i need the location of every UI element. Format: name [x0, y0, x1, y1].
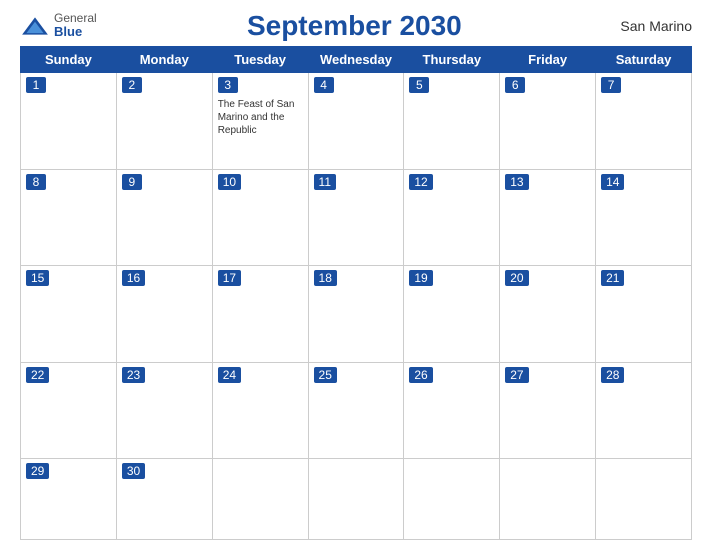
calendar-week-2: 8 9 10 11 12 13 14 [21, 169, 692, 266]
calendar-table: SundayMondayTuesdayWednesdayThursdayFrid… [20, 46, 692, 540]
calendar-day [500, 459, 596, 540]
country-label: San Marino [612, 18, 692, 34]
logo-text: General Blue [54, 12, 97, 39]
weekday-header-thursday: Thursday [404, 47, 500, 73]
day-number: 30 [122, 463, 145, 479]
day-number: 19 [409, 270, 432, 286]
day-number: 8 [26, 174, 46, 190]
calendar-day: 23 [116, 362, 212, 459]
day-number: 4 [314, 77, 334, 93]
weekday-header-row: SundayMondayTuesdayWednesdayThursdayFrid… [21, 47, 692, 73]
calendar-day: 20 [500, 266, 596, 363]
calendar-day: 5 [404, 73, 500, 170]
day-number: 24 [218, 367, 241, 383]
calendar-day: 4 [308, 73, 404, 170]
weekday-header-wednesday: Wednesday [308, 47, 404, 73]
calendar-day: 28 [596, 362, 692, 459]
calendar-day: 8 [21, 169, 117, 266]
day-number: 14 [601, 174, 624, 190]
weekday-header-sunday: Sunday [21, 47, 117, 73]
calendar-day: 11 [308, 169, 404, 266]
calendar-week-4: 22 23 24 25 26 27 28 [21, 362, 692, 459]
day-number: 16 [122, 270, 145, 286]
calendar-day: 14 [596, 169, 692, 266]
calendar-day [212, 459, 308, 540]
day-number: 7 [601, 77, 621, 93]
calendar-day: 3 The Feast of San Marino and the Republi… [212, 73, 308, 170]
weekday-header-tuesday: Tuesday [212, 47, 308, 73]
calendar-day: 25 [308, 362, 404, 459]
day-number: 22 [26, 367, 49, 383]
calendar-week-1: 1 2 3 The Feast of San Marino and the Repub… [21, 73, 692, 170]
day-number: 10 [218, 174, 241, 190]
calendar-day [404, 459, 500, 540]
calendar-day: 22 [21, 362, 117, 459]
logo: General Blue [20, 12, 97, 39]
calendar-day: 18 [308, 266, 404, 363]
day-number: 6 [505, 77, 525, 93]
calendar-day: 13 [500, 169, 596, 266]
event-text: The Feast of San Marino and the Republic [218, 98, 303, 137]
day-number: 5 [409, 77, 429, 93]
day-number: 1 [26, 77, 46, 93]
day-number: 26 [409, 367, 432, 383]
calendar-day: 27 [500, 362, 596, 459]
calendar-day: 29 [21, 459, 117, 540]
day-number: 11 [314, 174, 336, 190]
weekday-header-monday: Monday [116, 47, 212, 73]
calendar-header: SundayMondayTuesdayWednesdayThursdayFrid… [21, 47, 692, 73]
day-number: 17 [218, 270, 241, 286]
calendar-day: 7 [596, 73, 692, 170]
calendar-day: 26 [404, 362, 500, 459]
day-number: 27 [505, 367, 528, 383]
day-number: 2 [122, 77, 142, 93]
calendar-day: 16 [116, 266, 212, 363]
calendar-week-3: 15 16 17 18 19 20 21 [21, 266, 692, 363]
day-number: 23 [122, 367, 145, 383]
calendar-day [308, 459, 404, 540]
calendar-day: 1 [21, 73, 117, 170]
calendar-day: 12 [404, 169, 500, 266]
weekday-header-friday: Friday [500, 47, 596, 73]
calendar-day: 9 [116, 169, 212, 266]
day-number: 28 [601, 367, 624, 383]
day-number: 25 [314, 367, 337, 383]
calendar-day [596, 459, 692, 540]
generalblue-logo-icon [20, 16, 50, 36]
weekday-header-saturday: Saturday [596, 47, 692, 73]
calendar-day: 17 [212, 266, 308, 363]
day-number: 18 [314, 270, 337, 286]
day-number: 20 [505, 270, 528, 286]
calendar-body: 123The Feast of San Marino and the Repub… [21, 73, 692, 540]
day-number: 12 [409, 174, 432, 190]
calendar-day: 15 [21, 266, 117, 363]
calendar-day: 30 [116, 459, 212, 540]
day-number: 21 [601, 270, 624, 286]
calendar-day: 19 [404, 266, 500, 363]
header: General Blue September 2030 San Marino [20, 10, 692, 42]
calendar-day: 24 [212, 362, 308, 459]
day-number: 9 [122, 174, 142, 190]
day-number: 3 [218, 77, 238, 93]
calendar-title: September 2030 [247, 10, 462, 42]
day-number: 13 [505, 174, 528, 190]
calendar-day: 10 [212, 169, 308, 266]
logo-blue: Blue [54, 25, 97, 39]
calendar-day: 21 [596, 266, 692, 363]
calendar-week-5: 29 30 [21, 459, 692, 540]
day-number: 29 [26, 463, 49, 479]
calendar-day: 6 [500, 73, 596, 170]
calendar-day: 2 [116, 73, 212, 170]
day-number: 15 [26, 270, 49, 286]
